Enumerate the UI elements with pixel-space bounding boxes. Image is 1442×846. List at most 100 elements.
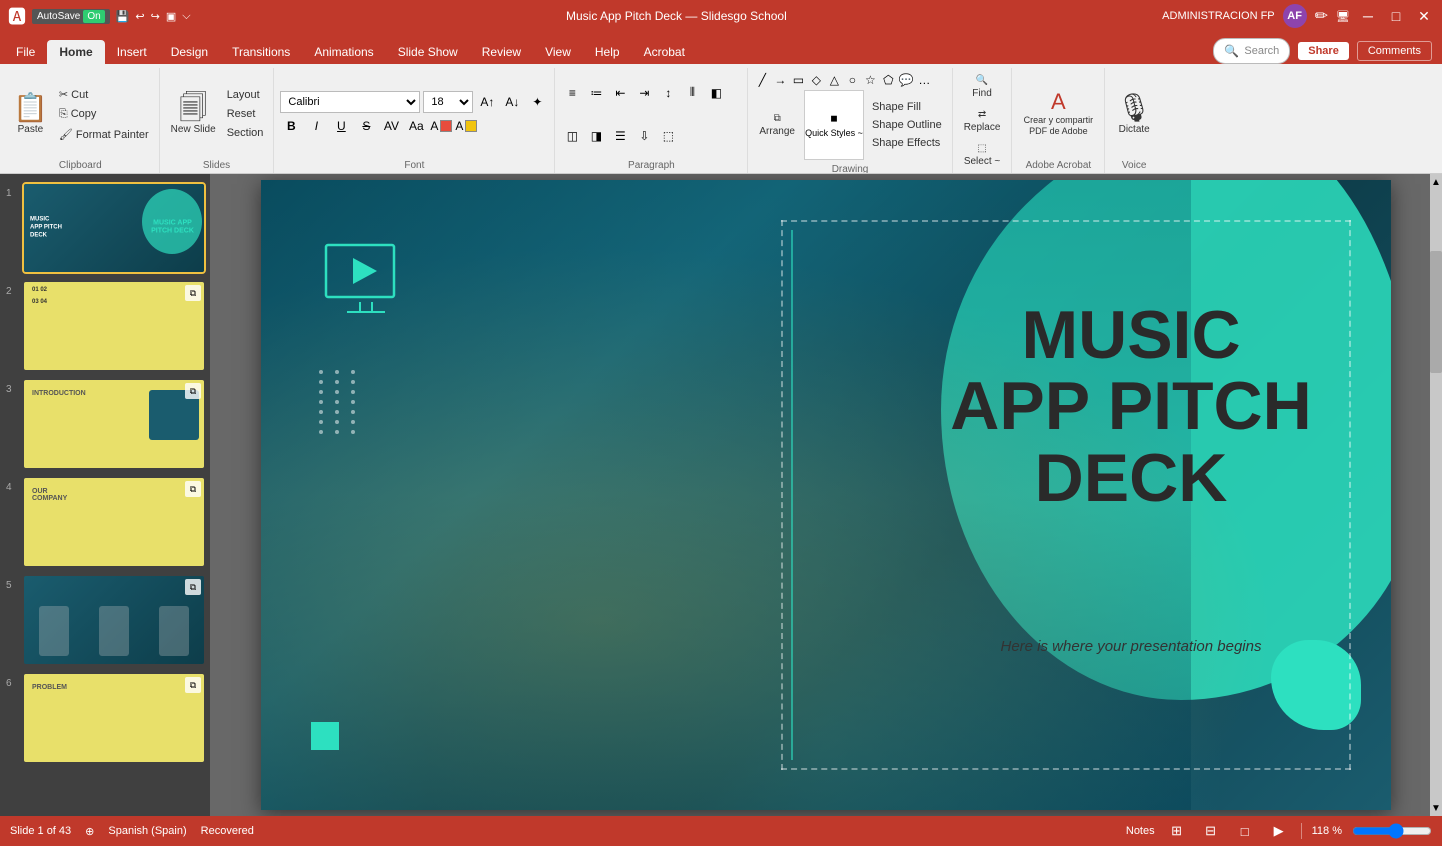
indent-increase-button[interactable]: ⇥ [633,82,655,104]
tab-help[interactable]: Help [583,40,632,64]
bold-button[interactable]: B [280,115,302,137]
highlight-picker[interactable]: A [455,119,477,133]
underline-button[interactable]: U [330,115,352,137]
play-frame-icon[interactable] [321,240,411,323]
case-button[interactable]: Aa [405,115,427,137]
notes-button[interactable]: Notes [1126,825,1155,837]
slide-subtitle[interactable]: Here is where your presentation begins [921,638,1341,655]
copy-button[interactable]: ⎘ Copy [55,106,153,123]
dictate-button[interactable]: 🎙 Dictate [1111,91,1157,138]
presentation-mode-icon[interactable]: ▣ [166,10,176,23]
justify-button[interactable]: ☰ [609,125,631,147]
select-button[interactable]: ⬚ Select ~ [959,140,1005,170]
shape-rect[interactable]: ▭ [790,72,806,88]
search-box[interactable]: 🔍 Search [1213,38,1290,64]
customize-icon[interactable]: ⌵ [182,10,190,23]
clear-format-button[interactable]: ✦ [526,91,548,113]
strikethrough-button[interactable]: S [355,115,377,137]
font-size-select[interactable]: 18 [423,91,473,113]
close-button[interactable]: ✕ [1414,6,1434,26]
smart-art-button[interactable]: ⬚ [657,125,679,147]
font-color-picker[interactable]: A [430,119,452,133]
slide-thumb-5[interactable]: 5 ⧉ [4,574,206,666]
italic-button[interactable]: I [305,115,327,137]
replace-button[interactable]: ⇄ Replace [959,106,1006,136]
shape-triangle[interactable]: △ [826,72,842,88]
align-center-button[interactable]: ◫ [561,125,583,147]
slide-thumb-4[interactable]: 4 OURCOMPANY ⧉ [4,476,206,568]
undo-icon[interactable]: ↩ [135,10,144,23]
reading-view-button[interactable]: □ [1233,821,1257,841]
shape-more[interactable]: … [916,72,932,88]
pen-icon[interactable]: ✏ [1315,6,1328,26]
autosave-state[interactable]: On [83,10,104,23]
shape-callout[interactable]: 💬 [898,72,914,88]
shape-outline-button[interactable]: Shape Outline [868,117,946,133]
layout-button[interactable]: Layout [223,87,268,103]
new-slide-button[interactable]: 🗐 New Slide [166,91,221,138]
quick-styles-button[interactable]: ◼ Quick Styles ~ [804,90,864,160]
arrange-button[interactable]: ⧉ Arrange [754,110,800,140]
decrease-font-button[interactable]: A↓ [501,91,523,113]
slideshow-button[interactable]: ▶ [1267,821,1291,841]
zoom-slider[interactable] [1352,823,1432,839]
tab-acrobat[interactable]: Acrobat [632,40,697,64]
slide-thumb-6[interactable]: 6 PROBLEM ⧉ [4,672,206,764]
tab-file[interactable]: File [4,40,47,64]
align-right-button[interactable]: ◨ [585,125,607,147]
normal-view-button[interactable]: ⊞ [1165,821,1189,841]
save-icon[interactable]: 💾 [116,10,130,23]
line-spacing-button[interactable]: ↕ [657,82,679,104]
tab-slideshow[interactable]: Slide Show [386,40,470,64]
redo-icon[interactable]: ↪ [151,10,160,23]
scroll-down-button[interactable]: ▼ [1430,800,1442,816]
slide-title[interactable]: MUSIC APP PITCH DECK [921,300,1341,514]
indent-decrease-button[interactable]: ⇤ [609,82,631,104]
minimize-button[interactable]: ─ [1358,6,1378,26]
shape-arrow[interactable]: → [772,72,788,88]
scrollbar-vertical[interactable]: ▲ ▼ [1430,174,1442,816]
share-button[interactable]: Share [1298,42,1349,60]
spacing-button[interactable]: AV [380,115,402,137]
align-left-button[interactable]: ◧ [705,82,727,104]
slide-thumb-1[interactable]: 1 MUSICAPP PITCHDECK [4,182,206,274]
maximize-button[interactable]: □ [1386,6,1406,26]
format-painter-button[interactable]: 🖌 Format Painter [55,126,153,143]
cut-button[interactable]: ✂ Cut [55,86,153,103]
font-face-select[interactable]: Calibri [280,91,420,113]
shape-pentagon[interactable]: ⬠ [880,72,896,88]
tab-view[interactable]: View [533,40,583,64]
tab-design[interactable]: Design [159,40,220,64]
slide-canvas[interactable]: MUSIC APP PITCH DECK Here is where your … [261,180,1391,810]
increase-font-button[interactable]: A↑ [476,91,498,113]
columns-button[interactable]: ⫴ [681,82,703,104]
shape-star[interactable]: ☆ [862,72,878,88]
shape-line[interactable]: ╱ [754,72,770,88]
reset-button[interactable]: Reset [223,106,268,122]
slide-thumb-2[interactable]: 2 01 0203 04 ⧉ [4,280,206,372]
adobe-create-button[interactable]: A Crear y compartir PDF de Adobe [1018,88,1098,140]
shape-effects-button[interactable]: Shape Effects [868,135,946,151]
tab-animations[interactable]: Animations [302,40,385,64]
language-label[interactable]: Spanish (Spain) [108,825,186,837]
tab-transitions[interactable]: Transitions [220,40,302,64]
slide-thumb-3[interactable]: 3 INTRODUCTION ⧉ [4,378,206,470]
tab-review[interactable]: Review [470,40,533,64]
scroll-up-button[interactable]: ▲ [1430,174,1442,190]
display-icon[interactable]: 🖥 [1336,10,1350,23]
shape-fill-button[interactable]: Shape Fill [868,99,946,115]
find-button[interactable]: 🔍 Find [964,72,1000,102]
accessibility-icon[interactable]: ⊕ [85,825,94,838]
slide-sorter-button[interactable]: ⊟ [1199,821,1223,841]
user-avatar[interactable]: AF [1283,4,1307,28]
paste-button[interactable]: 📋 Paste [8,91,53,138]
shape-diamond[interactable]: ◇ [808,72,824,88]
tab-insert[interactable]: Insert [105,40,159,64]
bullets-button[interactable]: ≡ [561,82,583,104]
section-button[interactable]: Section [223,125,268,141]
shape-circle[interactable]: ○ [844,72,860,88]
text-direction-button[interactable]: ⇩ [633,125,655,147]
tab-home[interactable]: Home [47,40,104,64]
comments-button[interactable]: Comments [1357,41,1432,61]
numbering-button[interactable]: ≔ [585,82,607,104]
